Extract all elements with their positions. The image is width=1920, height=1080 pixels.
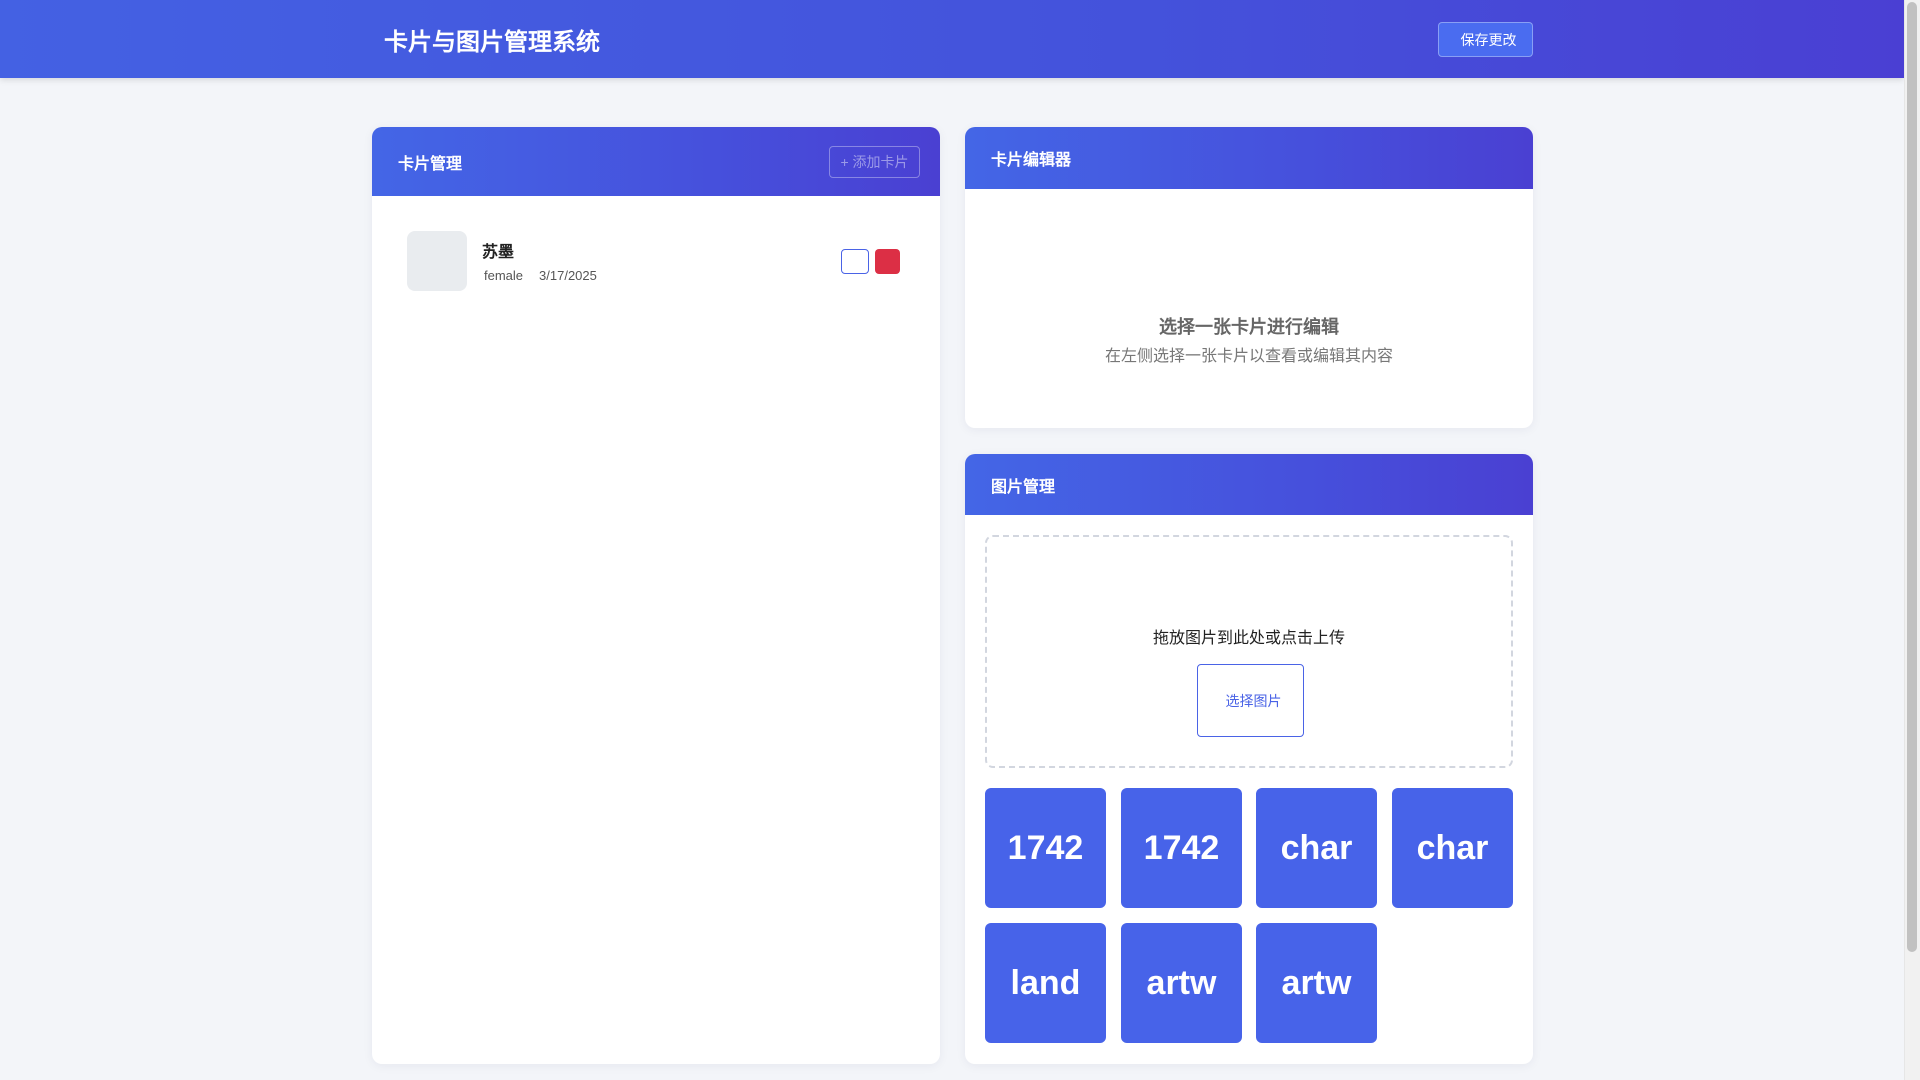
card-meta: female 3/17/2025 (482, 268, 597, 283)
card-name: 苏墨 (482, 244, 515, 261)
image-panel-title: 图片管理 (991, 478, 1056, 496)
image-management-panel: 图片管理 拖放图片到此处或点击上传 选择图片 1742 1742 char ch… (965, 454, 1533, 1064)
card-management-panel: 卡片管理 + 添加卡片 苏墨 female 3/17/2025 (372, 127, 940, 1064)
choose-image-button[interactable]: 选择图片 (1197, 664, 1304, 737)
image-panel-header: 图片管理 (965, 454, 1533, 515)
app-title: 卡片与图片管理系统 (372, 22, 600, 56)
card-editor-panel: 卡片编辑器 选择一张卡片进行编辑 在左侧选择一张卡片以查看或编辑其内容 (965, 127, 1533, 428)
image-thumbnail[interactable]: artw (1121, 923, 1242, 1043)
card-date-text: 3/17/2025 (539, 268, 597, 283)
card-date: 3/17/2025 (537, 268, 597, 283)
app-header: 卡片与图片管理系统 保存更改 (0, 0, 1904, 78)
card-list-item[interactable]: 苏墨 female 3/17/2025 (407, 231, 905, 293)
image-thumbnail[interactable]: char (1392, 788, 1513, 908)
scrollbar-thumb[interactable] (1907, 2, 1917, 952)
card-avatar-icon (407, 231, 467, 291)
save-button-label: 保存更改 (1460, 31, 1517, 48)
empty-state-subtitle: 在左侧选择一张卡片以查看或编辑其内容 (1104, 348, 1393, 365)
app-title-text: 卡片与图片管理系统 (384, 28, 600, 56)
drop-zone-text: 拖放图片到此处或点击上传 (1152, 630, 1345, 647)
card-gender-text: female (484, 268, 524, 283)
edit-card-button[interactable] (841, 249, 869, 274)
image-thumbnail[interactable]: land (985, 923, 1106, 1043)
image-thumbnail[interactable]: artw (1256, 923, 1377, 1043)
editor-panel-title: 卡片编辑器 (991, 152, 1072, 169)
editor-empty-state: 选择一张卡片进行编辑 在左侧选择一张卡片以查看或编辑其内容 (965, 189, 1533, 428)
editor-panel-header: 卡片编辑器 (965, 127, 1533, 189)
choose-image-label: 选择图片 (1225, 692, 1282, 709)
delete-card-button[interactable] (875, 249, 900, 274)
image-thumbnail[interactable]: 1742 (1121, 788, 1242, 908)
image-thumbnail[interactable]: char (1256, 788, 1377, 908)
image-drop-zone[interactable]: 拖放图片到此处或点击上传 选择图片 (985, 535, 1513, 768)
page-scrollbar[interactable] (1904, 0, 1920, 1080)
image-thumbnail[interactable]: 1742 (985, 788, 1106, 908)
empty-state-title: 选择一张卡片进行编辑 (1159, 317, 1339, 337)
card-panel-title: 卡片管理 (398, 155, 463, 173)
add-card-button[interactable]: + 添加卡片 (829, 146, 920, 178)
save-button[interactable]: 保存更改 (1438, 22, 1533, 57)
card-panel-header: 卡片管理 + 添加卡片 (372, 127, 940, 196)
card-gender: female (482, 268, 523, 283)
